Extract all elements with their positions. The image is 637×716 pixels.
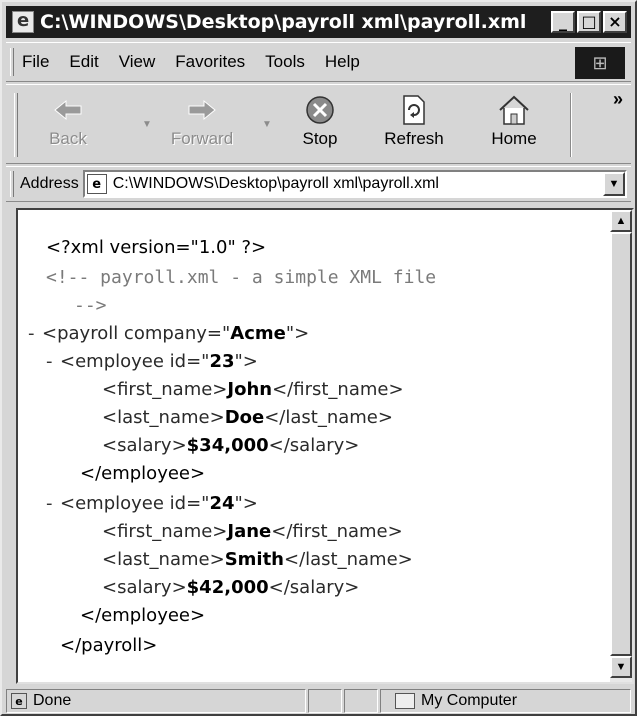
menu-file[interactable]: File [22, 52, 49, 72]
window-title: C:\WINDOWS\Desktop\payroll xml\payroll.x… [40, 11, 527, 33]
menu-tools[interactable]: Tools [265, 52, 305, 72]
home-icon [498, 91, 530, 129]
status-panel-progress [308, 689, 342, 713]
back-button[interactable]: Back [32, 91, 104, 159]
maximize-button[interactable]: □ [577, 11, 601, 33]
scroll-down-button[interactable]: ▼ [610, 656, 632, 678]
scroll-up-button[interactable]: ▲ [610, 210, 632, 232]
toolbar-more-icon[interactable]: » [613, 89, 623, 110]
menu-view[interactable]: View [119, 52, 156, 72]
page-icon: e [86, 174, 107, 194]
windows-logo-icon: ⊞ [575, 47, 625, 79]
standard-toolbar: Back ▼ Forward ▼ Stop Refresh Home » [6, 84, 631, 164]
zone-panel: My Computer [380, 689, 631, 713]
last-name-element: <last_name>Doe</last_name> [102, 407, 393, 428]
salary-element: <salary>$42,000</salary> [102, 577, 360, 598]
employee-id: 23 [209, 351, 235, 372]
title-bar[interactable]: C:\WINDOWS\Desktop\payroll xml\payroll.x… [6, 6, 631, 38]
first-name-element: <first_name>Jane</first_name> [102, 521, 403, 542]
payroll-close-tag: </payroll> [60, 635, 158, 656]
address-label: Address [20, 175, 79, 192]
address-bar: Address e C:\WINDOWS\Desktop\payroll xml… [6, 166, 631, 202]
collapse-toggle[interactable]: - [46, 490, 53, 518]
forward-dropdown-icon[interactable]: ▼ [262, 119, 272, 130]
collapse-toggle[interactable]: - [28, 320, 35, 348]
forward-arrow-icon [187, 91, 217, 129]
collapse-toggle[interactable]: - [46, 348, 53, 376]
menu-help[interactable]: Help [325, 52, 360, 72]
home-button[interactable]: Home [478, 91, 550, 159]
page-done-icon: e [11, 693, 27, 709]
address-text[interactable]: C:\WINDOWS\Desktop\payroll xml\payroll.x… [113, 175, 603, 193]
status-text: Done [33, 692, 72, 709]
computer-icon [395, 693, 415, 709]
toolbar-grip[interactable] [10, 171, 14, 197]
refresh-icon [400, 91, 428, 129]
toolbar-grip[interactable] [10, 48, 14, 76]
status-bar: e Done My Computer [6, 688, 631, 714]
menu-bar: File Edit View Favorites Tools Help ⊞ [6, 42, 631, 82]
employee-close-tag: </employee> [80, 605, 206, 626]
address-input[interactable]: e C:\WINDOWS\Desktop\payroll xml\payroll… [82, 170, 627, 198]
menu-edit[interactable]: Edit [69, 52, 98, 72]
last-name-element: <last_name>Smith</last_name> [102, 549, 413, 570]
status-panel: e Done [6, 689, 306, 713]
employee-open-tag[interactable]: - <employee id="23"> [46, 348, 258, 376]
employee-open-tag[interactable]: - <employee id="24"> [46, 490, 258, 518]
status-panel-secure [344, 689, 378, 713]
address-dropdown-button[interactable]: ▼ [603, 172, 625, 196]
toolbar-separator [570, 93, 572, 157]
forward-button[interactable]: Forward [166, 91, 238, 159]
stop-icon [305, 91, 335, 129]
payroll-open-tag[interactable]: - <payroll company="Acme"> [28, 320, 309, 348]
menu-favorites[interactable]: Favorites [175, 52, 245, 72]
back-arrow-icon [53, 91, 83, 129]
ie-page-icon [12, 10, 34, 33]
back-dropdown-icon[interactable]: ▼ [142, 119, 152, 130]
document-view[interactable]: <?xml version="1.0" ?> <!-- payroll.xml … [16, 208, 634, 684]
xml-declaration: <?xml version="1.0" ?> [46, 237, 267, 258]
first-name-element: <first_name>John</first_name> [102, 379, 404, 400]
vertical-scrollbar[interactable]: ▲ ▼ [610, 210, 632, 682]
stop-button[interactable]: Stop [284, 91, 356, 159]
company-value: Acme [230, 323, 286, 344]
employee-close-tag: </employee> [80, 463, 206, 484]
xml-comment: <!-- payroll.xml - a simple XML file [46, 267, 437, 288]
xml-comment-end: --> [74, 295, 107, 316]
browser-window: C:\WINDOWS\Desktop\payroll xml\payroll.x… [0, 0, 637, 716]
refresh-button[interactable]: Refresh [378, 91, 450, 159]
employee-id: 24 [209, 493, 235, 514]
zone-text: My Computer [421, 692, 518, 709]
scroll-thumb[interactable] [610, 232, 632, 656]
minimize-button[interactable]: _ [551, 11, 575, 33]
toolbar-grip[interactable] [14, 93, 18, 157]
close-button[interactable]: × [603, 11, 627, 33]
salary-element: <salary>$34,000</salary> [102, 435, 360, 456]
